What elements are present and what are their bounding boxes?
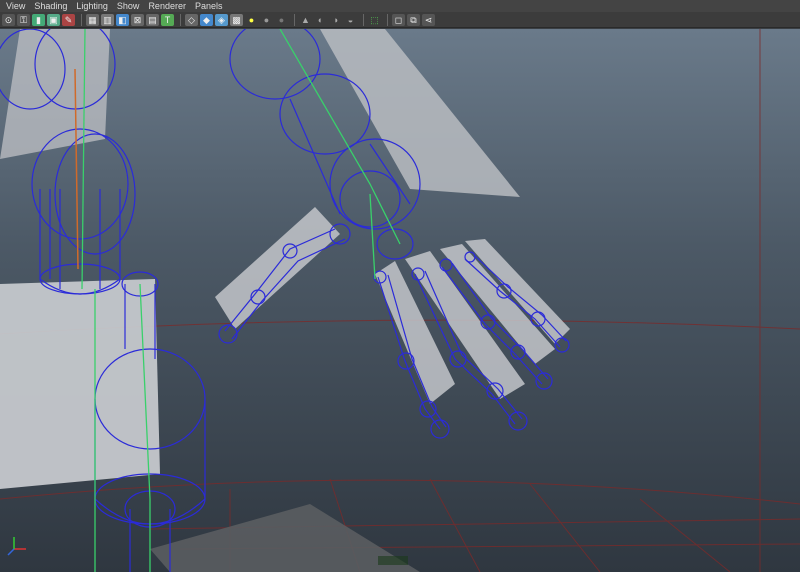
menu-lighting[interactable]: Lighting (76, 0, 117, 12)
gate-mask-icon[interactable]: ◧ (116, 13, 129, 26)
resolution-gate-icon[interactable]: ▥ (101, 13, 114, 26)
upper-arm-plane (0, 29, 110, 159)
safe-title-icon[interactable]: ▤ (146, 13, 159, 26)
toolbar-separator (81, 13, 82, 26)
scene-render (0, 29, 800, 572)
safe-action-icon[interactable]: T (161, 13, 174, 26)
depth-of-field-icon[interactable]: ◑ (329, 13, 342, 26)
menu-shading[interactable]: Shading (34, 0, 76, 12)
film-gate-icon[interactable]: ▦ (86, 13, 99, 26)
toolbar-separator (387, 13, 388, 26)
xray-components-icon[interactable]: ⧉ (407, 13, 420, 26)
toolbar-separator (294, 13, 295, 26)
wireframe-icon[interactable]: ◇ (185, 13, 198, 26)
grid-toggle-icon[interactable]: ✎ (62, 13, 75, 26)
field-chart-icon[interactable]: ⊠ (131, 13, 144, 26)
anti-alias-icon[interactable]: ◐ (314, 13, 327, 26)
isolate-select-icon[interactable]: ◒ (344, 13, 357, 26)
share-icon[interactable]: ⋖ (422, 13, 435, 26)
smooth-shade-icon[interactable]: ◆ (200, 13, 213, 26)
camera-lock-icon[interactable]: ⚿ (17, 13, 30, 26)
3d-viewport[interactable] (0, 29, 800, 572)
view-axis-indicator (7, 537, 26, 556)
toolbar-separator (363, 13, 364, 26)
image-plane-icon[interactable]: ▣ (47, 13, 60, 26)
xray-joints-icon[interactable]: ◻ (392, 13, 405, 26)
menu-renderer[interactable]: Renderer (148, 0, 195, 12)
motion-blur-icon[interactable]: ▲ (299, 13, 312, 26)
textured-icon[interactable]: ▩ (230, 13, 243, 26)
default-material-icon[interactable]: ◈ (215, 13, 228, 26)
use-lights-icon[interactable]: ● (245, 13, 258, 26)
shadows-icon[interactable]: ● (260, 13, 273, 26)
menu-show[interactable]: Show (117, 0, 149, 12)
xray-icon[interactable]: ⬚ (368, 13, 381, 26)
hud-green-readout (378, 556, 408, 565)
thumb-plane (215, 207, 340, 329)
camera-select-icon[interactable]: ⊙ (2, 13, 15, 26)
menu-panels[interactable]: Panels (195, 0, 232, 12)
menu-view[interactable]: View (6, 0, 34, 12)
screen-space-ao-icon[interactable]: ● (275, 13, 288, 26)
palm-plane (320, 29, 520, 197)
toolbar-separator (180, 13, 181, 26)
panel-toolbar: ⊙ ⚿ ▮ ▣ ✎ ▦ ▥ ◧ ⊠ ▤ T ◇ ◆ ◈ ▩ ● ● ● ▲ ◐ … (0, 12, 800, 28)
panel-menubar: View Shading Lighting Show Renderer Pane… (0, 0, 800, 12)
torso-plane (0, 279, 160, 489)
bookmark-icon[interactable]: ▮ (32, 13, 45, 26)
